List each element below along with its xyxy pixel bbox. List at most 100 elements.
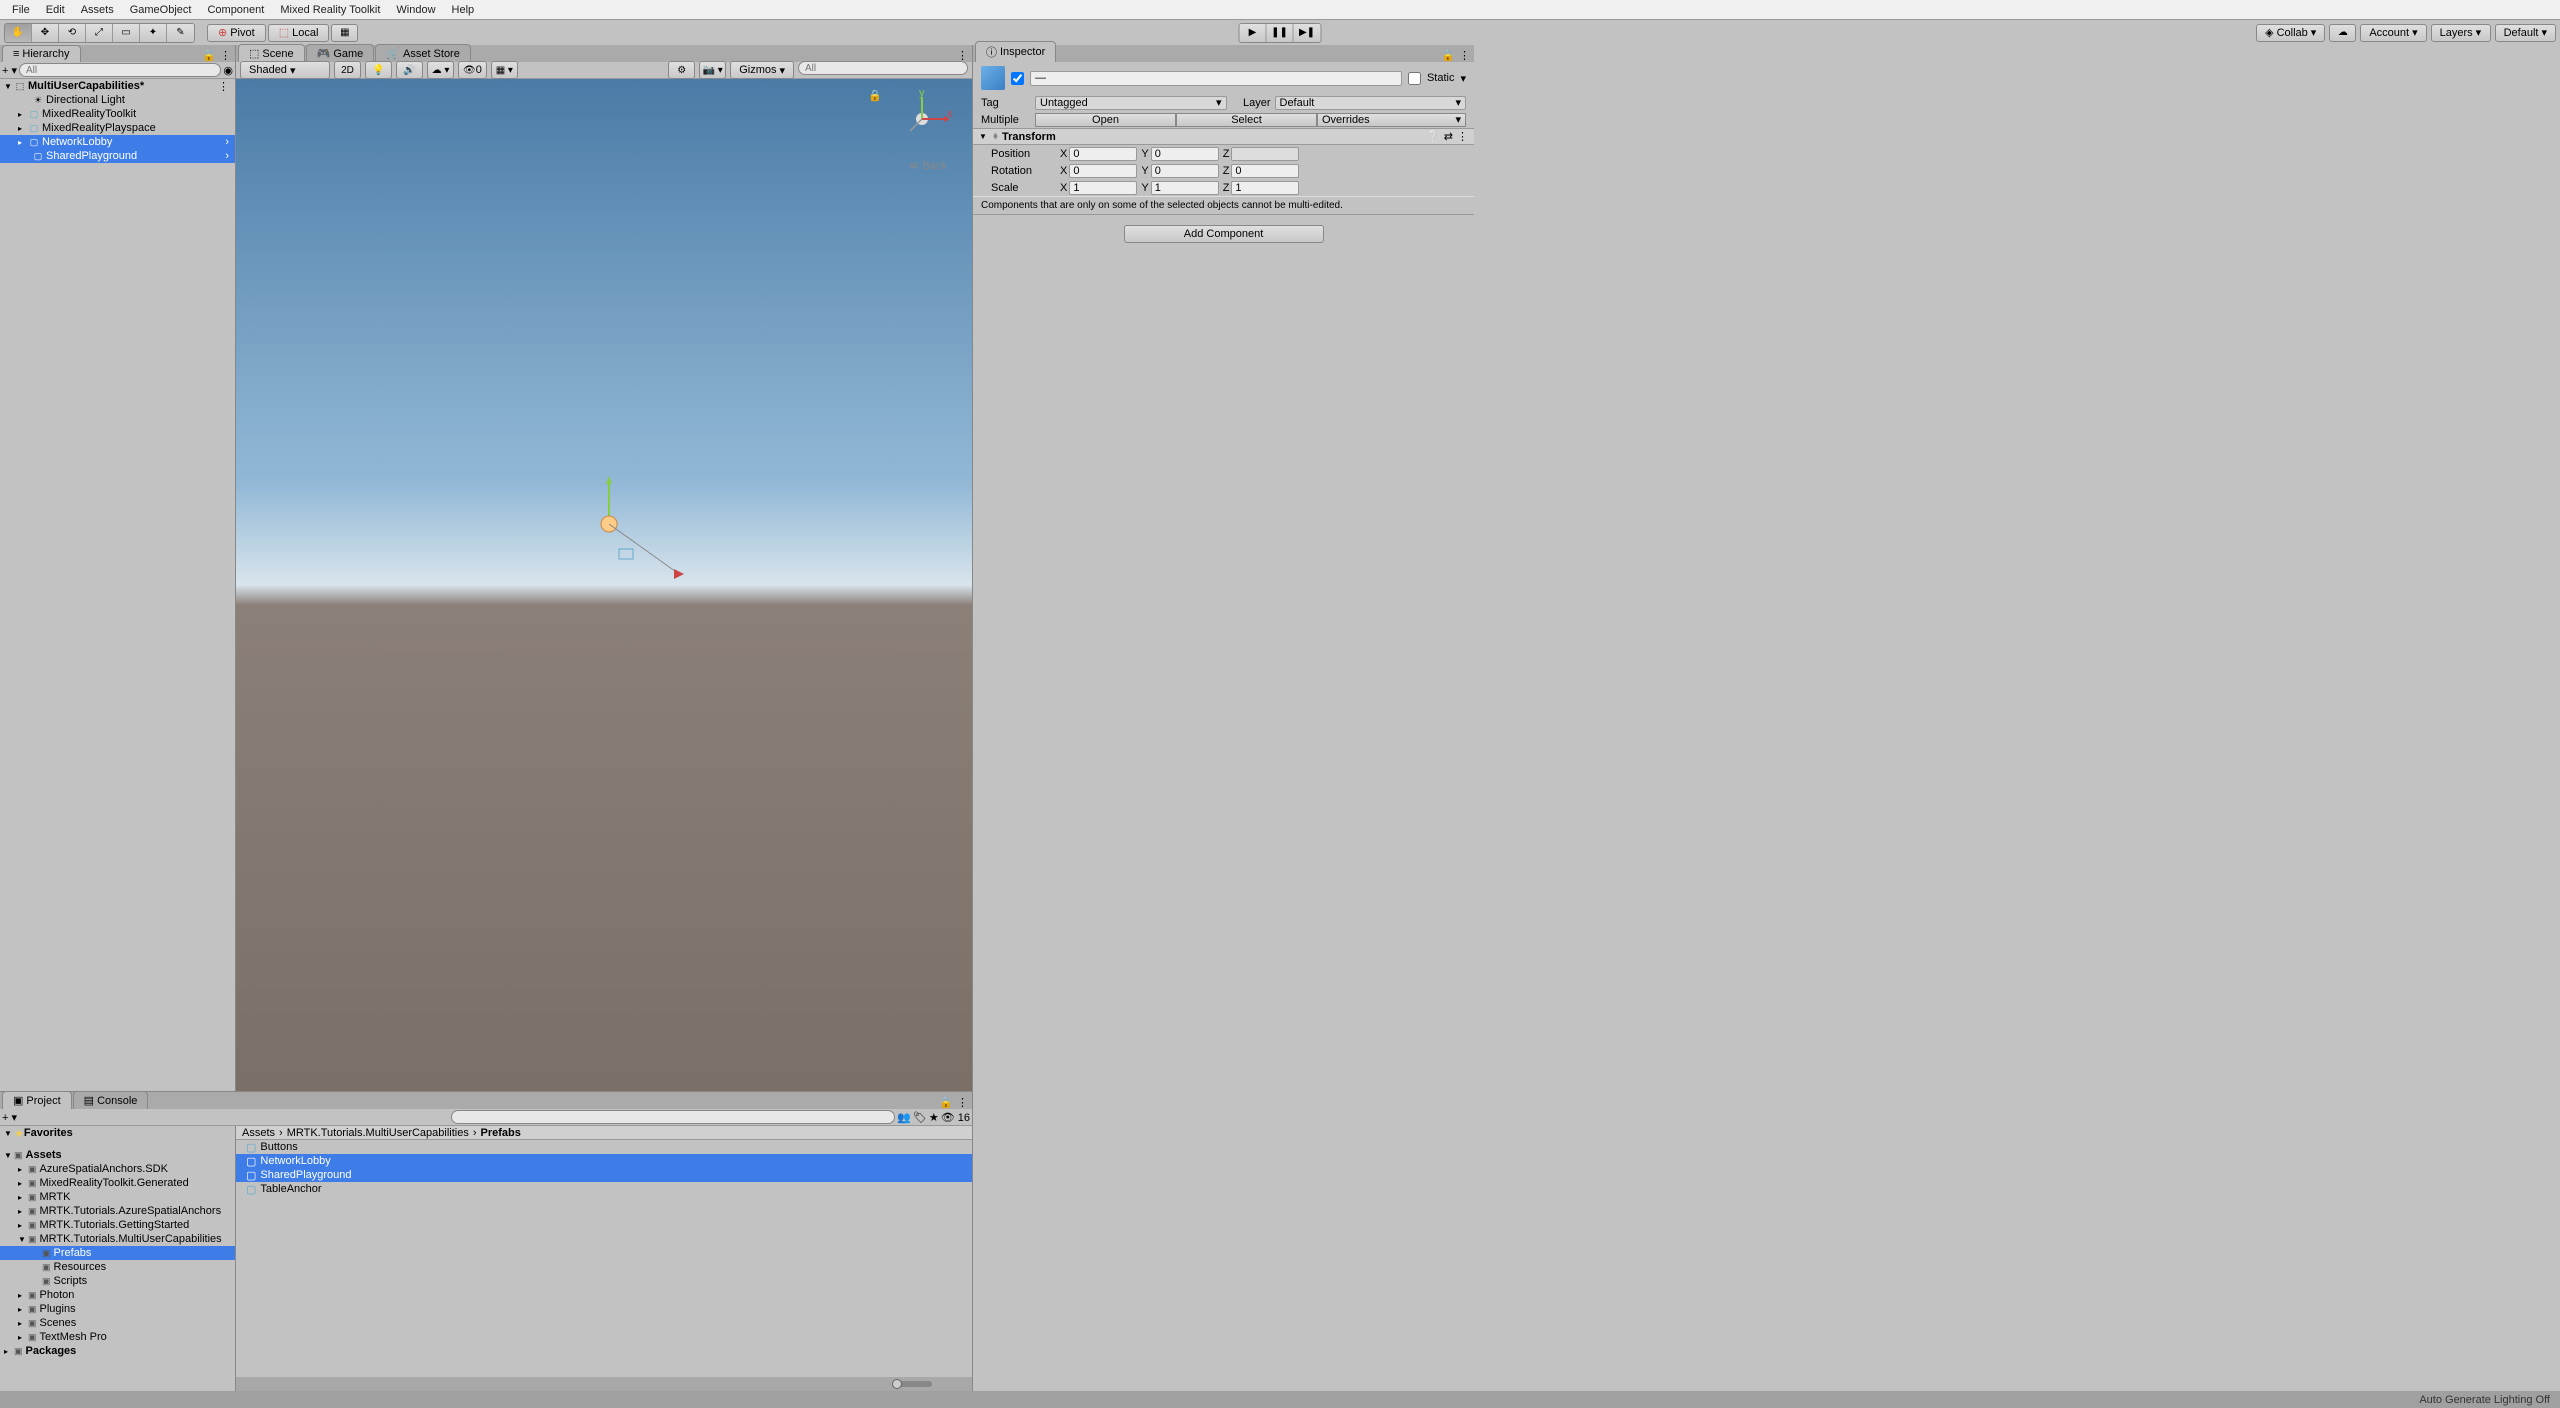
- preset-icon[interactable]: ⇄: [1444, 130, 1453, 143]
- scene-viewport[interactable]: yx 🔒 ≪ Back: [236, 79, 972, 1091]
- zoom-slider[interactable]: [892, 1381, 932, 1387]
- project-tree-item[interactable]: ▼▣MRTK.Tutorials.MultiUserCapabilities: [0, 1232, 235, 1246]
- project-tree-item[interactable]: ▸▣Photon: [0, 1288, 235, 1302]
- console-tab[interactable]: ▤ Console: [73, 1091, 149, 1109]
- project-tree-item[interactable]: ▸▣AzureSpatialAnchors.SDK: [0, 1162, 235, 1176]
- cloud-button[interactable]: ☁: [2329, 24, 2356, 42]
- project-tree-item[interactable]: ▸▣MRTK.Tutorials.AzureSpatialAnchors: [0, 1204, 235, 1218]
- orientation-gizmo[interactable]: yx: [892, 89, 952, 149]
- lock-icon[interactable]: 🔒: [939, 1096, 953, 1109]
- name-field[interactable]: —: [1030, 71, 1402, 86]
- audio-toggle[interactable]: 🔊: [396, 61, 423, 79]
- create-dropdown[interactable]: + ▾: [2, 1111, 17, 1124]
- scene-row[interactable]: ▼⬚ MultiUserCapabilities* ⋮: [0, 79, 235, 93]
- fx-toggle[interactable]: ☁ ▾: [427, 61, 454, 79]
- active-checkbox[interactable]: [1011, 72, 1024, 85]
- hidden-icon[interactable]: 👁 16: [941, 1111, 970, 1124]
- move-tool[interactable]: ✥: [32, 24, 59, 42]
- static-checkbox[interactable]: [1408, 72, 1421, 85]
- menu-edit[interactable]: Edit: [38, 4, 73, 16]
- list-item[interactable]: ▢SharedPlayground: [236, 1168, 972, 1182]
- account-dropdown[interactable]: Account ▾: [2360, 24, 2426, 42]
- assets-row[interactable]: ▼▣Assets: [0, 1148, 235, 1162]
- pivot-toggle[interactable]: ⊕Pivot: [207, 24, 266, 42]
- tools-icon[interactable]: ⚙: [668, 61, 695, 79]
- menu-component[interactable]: Component: [199, 4, 272, 16]
- filter-icon[interactable]: 👥: [897, 1111, 911, 1124]
- scene-gizmo[interactable]: [589, 464, 689, 584]
- layer-dropdown[interactable]: Default▾: [1275, 96, 1467, 110]
- crumb[interactable]: MRTK.Tutorials.MultiUserCapabilities: [287, 1127, 469, 1139]
- inspector-tab[interactable]: ⓘ Inspector: [975, 41, 1056, 62]
- lock-icon[interactable]: 🔒: [1441, 49, 1455, 62]
- transform-tool[interactable]: ✦: [140, 24, 167, 42]
- project-tree-item[interactable]: ▸▣MRTK: [0, 1190, 235, 1204]
- project-tree-item[interactable]: ▸▣TextMesh Pro: [0, 1330, 235, 1344]
- project-tree-item[interactable]: ▣Resources: [0, 1260, 235, 1274]
- menu-icon[interactable]: ⋮: [1457, 130, 1468, 143]
- favorites-row[interactable]: ▼★ Favorites: [0, 1126, 235, 1140]
- open-btn[interactable]: Open: [1035, 113, 1176, 127]
- scl-y[interactable]: [1151, 181, 1219, 195]
- project-tree-item[interactable]: ▸▣Plugins: [0, 1302, 235, 1316]
- pos-y[interactable]: [1151, 147, 1219, 161]
- menu-file[interactable]: File: [4, 4, 38, 16]
- custom-tool[interactable]: ✎: [167, 24, 194, 42]
- assetstore-tab[interactable]: 🛒 Asset Store: [375, 44, 471, 62]
- shaded-dropdown[interactable]: Shaded ▾: [240, 61, 330, 79]
- scl-x[interactable]: [1069, 181, 1137, 195]
- layout-dropdown[interactable]: Default ▾: [2495, 24, 2556, 42]
- camera-icon[interactable]: 📷 ▾: [699, 61, 726, 79]
- project-tree-item[interactable]: ▣Prefabs: [0, 1246, 235, 1260]
- label-icon[interactable]: 🏷: [913, 1111, 927, 1124]
- menu-icon[interactable]: ⋮: [1459, 49, 1470, 62]
- game-tab[interactable]: 🎮 Game: [306, 44, 375, 62]
- list-item[interactable]: ▢Buttons: [236, 1140, 972, 1154]
- tree-item[interactable]: ▸▢MixedRealityToolkit: [0, 107, 235, 121]
- pause-button[interactable]: ❚❚: [1267, 24, 1294, 42]
- gizmos-dropdown[interactable]: Gizmos ▾: [730, 61, 794, 79]
- add-component-button[interactable]: Add Component: [1124, 225, 1324, 243]
- list-item[interactable]: ▢TableAnchor: [236, 1182, 972, 1196]
- project-tree-item[interactable]: ▣Scripts: [0, 1274, 235, 1288]
- layers-dropdown[interactable]: Layers ▾: [2431, 24, 2491, 42]
- menu-assets[interactable]: Assets: [73, 4, 122, 16]
- iso-lock-icon[interactable]: 🔒: [868, 89, 882, 102]
- hierarchy-tab[interactable]: ≡ Hierarchy: [2, 45, 81, 62]
- collab-dropdown[interactable]: ◈ Collab ▾: [2256, 24, 2325, 42]
- menu-icon[interactable]: ⋮: [957, 1096, 968, 1109]
- hand-tool[interactable]: ✋: [5, 24, 32, 42]
- tree-item[interactable]: ☀Directional Light: [0, 93, 235, 107]
- menu-icon[interactable]: ⋮: [220, 49, 231, 62]
- lock-icon[interactable]: 🔒: [202, 49, 216, 62]
- help-icon[interactable]: ❔: [1426, 130, 1440, 143]
- rot-y[interactable]: [1151, 164, 1219, 178]
- project-search[interactable]: [451, 1110, 895, 1124]
- local-toggle[interactable]: ⬚Local: [268, 24, 330, 42]
- scl-z[interactable]: [1231, 181, 1299, 195]
- 2d-toggle[interactable]: 2D: [334, 61, 361, 79]
- hidden-toggle[interactable]: 👁 0: [458, 61, 487, 79]
- scene-menu-icon[interactable]: ⋮: [218, 80, 235, 93]
- project-tree-item[interactable]: ▸▣Scenes: [0, 1316, 235, 1330]
- scale-tool[interactable]: ⤢: [86, 24, 113, 42]
- tree-item[interactable]: ▸▢NetworkLobby›: [0, 135, 235, 149]
- menu-mrtk[interactable]: Mixed Reality Toolkit: [272, 4, 388, 16]
- create-dropdown[interactable]: + ▾: [2, 64, 17, 77]
- pos-x[interactable]: [1069, 147, 1137, 161]
- project-tree-item[interactable]: ▸▣MRTK.Tutorials.GettingStarted: [0, 1218, 235, 1232]
- light-toggle[interactable]: 💡: [365, 61, 392, 79]
- tree-item[interactable]: ▸▢MixedRealityPlayspace: [0, 121, 235, 135]
- scene-vis-icon[interactable]: ◉: [223, 64, 233, 77]
- menu-gameobject[interactable]: GameObject: [122, 4, 200, 16]
- menu-help[interactable]: Help: [444, 4, 483, 16]
- snap-toggle[interactable]: ▦: [331, 24, 358, 42]
- crumb[interactable]: Assets: [242, 1127, 275, 1139]
- packages-row[interactable]: ▸▣Packages: [0, 1344, 235, 1358]
- rot-z[interactable]: [1231, 164, 1299, 178]
- project-tab[interactable]: ▣ Project: [2, 1091, 72, 1109]
- rect-tool[interactable]: ▭: [113, 24, 140, 42]
- overrides-dropdown[interactable]: Overrides▾: [1317, 113, 1466, 127]
- back-button[interactable]: ≪ Back: [908, 159, 947, 172]
- tag-dropdown[interactable]: Untagged▾: [1035, 96, 1227, 110]
